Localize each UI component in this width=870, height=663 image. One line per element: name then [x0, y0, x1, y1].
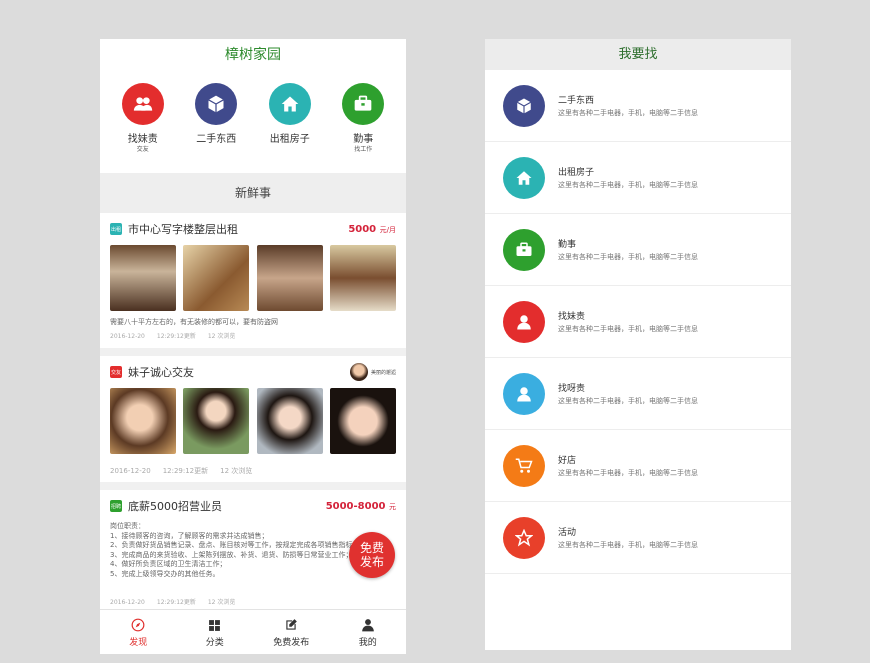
category-sub: 找工作 [354, 146, 373, 153]
post-rent[interactable]: 出租 市中心写字楼整层出租 5000 元/月 需要八十平方左右的，有无装修的都可… [100, 213, 406, 356]
box-icon [503, 84, 545, 127]
home-screen: 樟树家园 找妹责 交友 二手东西 出租房子 勤事 找工作 新鲜事 出租 市中心写… [100, 39, 406, 654]
item-desc: 这里有各种二手电器，手机，电脑等二手信息 [558, 541, 698, 549]
category-label: 二手东西 [196, 134, 237, 145]
item-name: 好店 [558, 456, 577, 466]
post-tag: 交友 [110, 366, 122, 378]
item-desc: 这里有各种二手电器，手机，电脑等二手信息 [558, 325, 698, 333]
category-label: 找妹责 [127, 134, 158, 145]
user-icon [330, 617, 407, 633]
post-user[interactable]: 美丽的邂逅 [349, 363, 396, 381]
avatar [349, 363, 368, 381]
tab-discover[interactable]: 发现 [100, 610, 177, 654]
tab-mine[interactable]: 我的 [330, 610, 407, 654]
item-desc: 这里有各种二手电器，手机，电脑等二手信息 [558, 253, 698, 261]
briefcase-icon [503, 228, 545, 271]
post-meta: 2016-12-20 12:29:12更新 12 次浏览 [110, 467, 253, 475]
item-desc: 这里有各种二手电器，手机，电脑等二手信息 [558, 469, 698, 477]
find-item-secondhand[interactable]: 二手东西这里有各种二手电器，手机，电脑等二手信息 [485, 70, 791, 142]
post-friend[interactable]: 交友 妹子诚心交友 美丽的邂逅 2016-12-20 12:29:12更新 12 次… [100, 356, 406, 490]
app-title: 樟树家园 [225, 47, 281, 63]
panel-title: 我要找 [485, 39, 791, 70]
find-item-jobs[interactable]: 勤事这里有各种二手电器，手机，电脑等二手信息 [485, 214, 791, 286]
person-photo[interactable] [183, 388, 250, 454]
post-title: 底薪5000招营业员 [128, 500, 222, 513]
category-sub: 交友 [136, 146, 149, 153]
find-item-event[interactable]: 活动这里有各种二手电器，手机，电脑等二手信息 [485, 502, 791, 574]
item-name: 找妹责 [558, 312, 586, 322]
box-icon [195, 83, 238, 125]
room-photo[interactable] [329, 245, 396, 311]
find-item-shop[interactable]: 好店这里有各种二手电器，手机，电脑等二手信息 [485, 430, 791, 502]
category-label: 勤事 [353, 134, 374, 145]
post-title: 市中心写字楼整层出租 [128, 223, 238, 236]
category-jobs[interactable]: 勤事 找工作 [328, 83, 398, 173]
people-icon [121, 83, 164, 125]
house-icon [503, 156, 545, 199]
post-tag: 出租 [110, 223, 122, 235]
category-row: 找妹责 交友 二手东西 出租房子 勤事 找工作 [100, 71, 406, 173]
star-icon [503, 516, 545, 559]
find-panel: 我要找 二手东西 这里有各种二手电器，手机，电脑等二手信息 出租房子 这里有各种二手… [485, 39, 791, 650]
tab-label: 分类 [205, 638, 224, 648]
item-name: 勤事 [558, 240, 577, 250]
user-icon [503, 300, 545, 343]
tab-bar: 发现 分类 免费发布 我的 [100, 609, 406, 654]
person-photo[interactable] [329, 388, 396, 454]
category-find-friend[interactable]: 找妹责 交友 [108, 83, 178, 173]
post-price: 5000-8000 元 [325, 500, 396, 512]
post-tag: 招聘 [110, 500, 122, 512]
category-rent[interactable]: 出租房子 [255, 83, 325, 173]
edit-icon [253, 617, 330, 633]
category-label: 出租房子 [269, 134, 310, 145]
item-desc: 这里有各种二手电器，手机，电脑等二手信息 [558, 181, 698, 189]
item-name: 二手东西 [558, 96, 595, 106]
cart-icon [503, 444, 545, 487]
post-meta: 2016-12-20 12:29:12更新 12 次浏览 [110, 333, 236, 340]
item-name: 活动 [558, 528, 577, 538]
briefcase-icon [342, 83, 385, 125]
room-photo[interactable] [256, 245, 323, 311]
find-item-boy[interactable]: 找呀责这里有各种二手电器，手机，电脑等二手信息 [485, 358, 791, 430]
tab-category[interactable]: 分类 [177, 610, 254, 654]
grid-icon [177, 617, 254, 633]
item-name: 出租房子 [558, 168, 595, 178]
item-name: 找呀责 [558, 384, 586, 394]
room-photo[interactable] [110, 245, 176, 311]
tab-label: 我的 [358, 638, 377, 648]
find-item-rent[interactable]: 出租房子这里有各种二手电器，手机，电脑等二手信息 [485, 142, 791, 214]
person-photo[interactable] [110, 388, 176, 454]
post-meta: 2016-12-20 12:29:12更新 12 次浏览 [110, 599, 236, 606]
house-icon [268, 83, 311, 125]
item-desc: 这里有各种二手电器，手机，电脑等二手信息 [558, 109, 698, 117]
compass-icon [100, 617, 177, 633]
find-item-girl[interactable]: 找妹责这里有各种二手电器，手机，电脑等二手信息 [485, 286, 791, 358]
room-photo[interactable] [183, 245, 250, 311]
tab-label: 发现 [129, 638, 148, 648]
user-icon [503, 372, 545, 415]
tab-label: 免费发布 [273, 638, 310, 648]
post-title: 妹子诚心交友 [128, 366, 194, 379]
post-price: 5000 元/月 [348, 223, 396, 235]
item-desc: 这里有各种二手电器，手机，电脑等二手信息 [558, 397, 698, 405]
post-photos [110, 388, 396, 454]
person-photo[interactable] [256, 388, 323, 454]
section-title: 新鲜事 [100, 173, 406, 213]
post-photos [110, 245, 396, 311]
category-secondhand[interactable]: 二手东西 [181, 83, 251, 173]
free-publish-button[interactable]: 免费发布 [349, 532, 395, 578]
post-desc: 需要八十平方左右的，有无装修的都可以，要有防盗网 [110, 318, 278, 326]
tab-publish[interactable]: 免费发布 [253, 610, 330, 654]
